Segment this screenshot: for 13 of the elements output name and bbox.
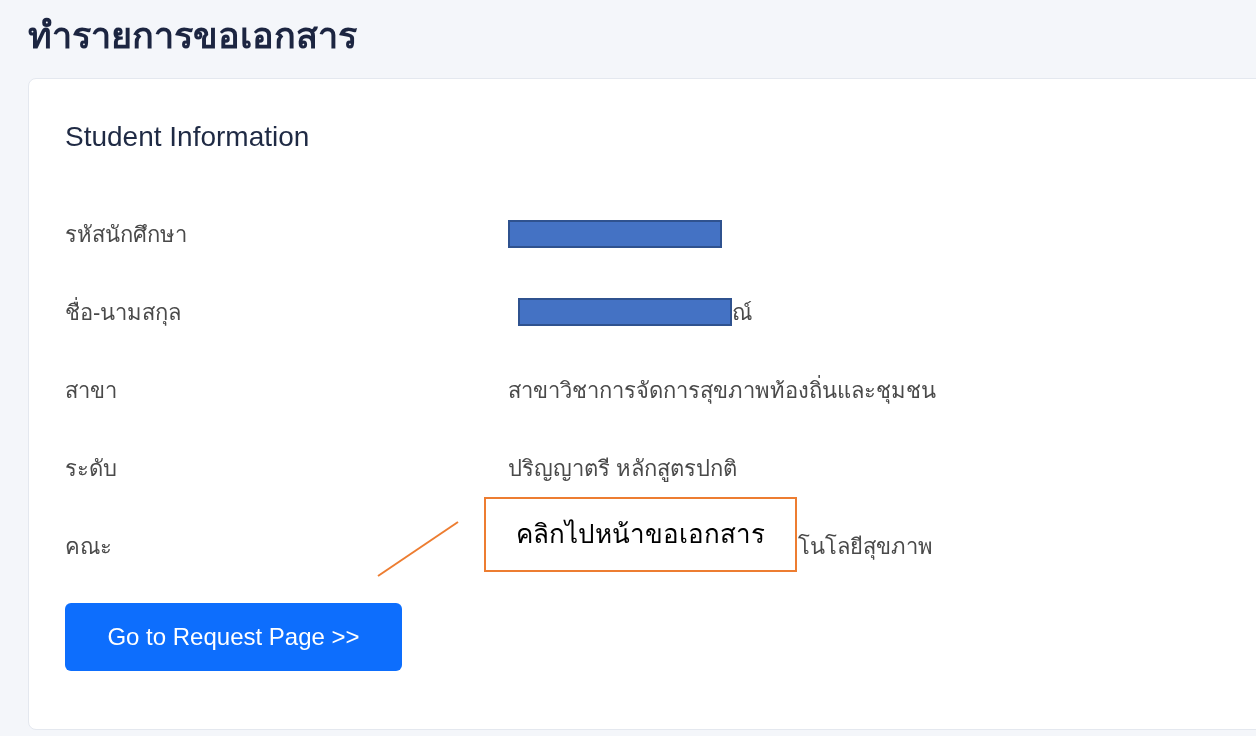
field-label: ชื่อ-นามสกุล (65, 299, 182, 325)
field-label: สาขา (65, 377, 117, 403)
field-label: คณะ (65, 533, 112, 559)
callout-box: คลิกไปหน้าขอเอกสาร (484, 497, 797, 572)
field-value: สาขาวิชาการจัดการสุขภาพท้องถิ่นและชุมชน (508, 374, 936, 406)
request-page-button[interactable]: Go to Request Page >> (65, 603, 402, 671)
page-title: ทำรายการขอเอกสาร (28, 14, 357, 58)
card-title: Student Information (65, 120, 311, 154)
field-label: รหัสนักศึกษา (65, 221, 187, 247)
field-value: ณ์ (732, 298, 752, 327)
field-label: ระดับ (65, 455, 117, 481)
field-value: ปริญญาตรี หลักสูตรปกติ (508, 454, 738, 484)
field-value: โนโลยีสุขภาพ (798, 532, 933, 562)
